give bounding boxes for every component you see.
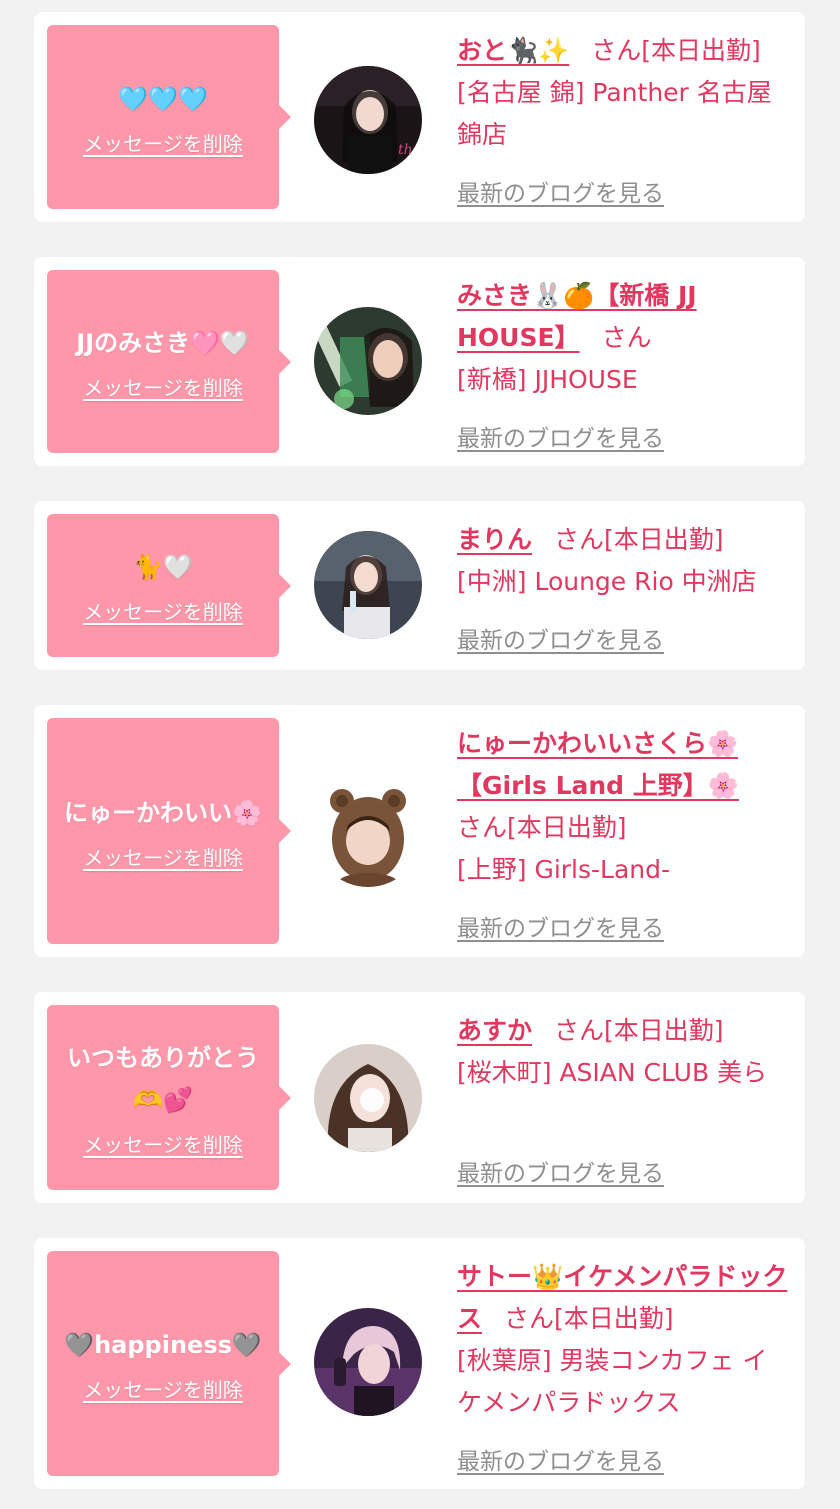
message-card: JJのみさき🩷🤍 メッセージを削除 みさき🐰🍊【新橋 JJ HOUSE】 さん [… (34, 257, 805, 466)
avatar-photo (314, 307, 422, 415)
message-text: JJのみさき🩷🤍 (76, 329, 250, 357)
honorific: さん (457, 813, 508, 842)
honorific: さん (554, 525, 605, 554)
shop-location: [中洲] Lounge Rio 中洲店 (457, 567, 757, 596)
message-text: 🩵🩵🩵 (118, 84, 208, 113)
avatar-photo (314, 1044, 422, 1152)
work-status: [本日出勤] (641, 36, 761, 65)
cast-info: あすか さん[本日出勤] [桜木町] ASIAN CLUB 美ら (457, 1010, 791, 1094)
honorific: さん (591, 36, 642, 65)
message-bubble: にゅーかわいい🌸 メッセージを削除 (47, 718, 291, 944)
latest-blog-link[interactable]: 最新のブログを見る (457, 621, 664, 655)
message-card: 🩶happiness🩶 メッセージを削除 サトー👑イケメンパラドックス さん[本日… (34, 1238, 805, 1489)
cast-info: サトー👑イケメンパラドックス さん[本日出勤] [秋葉原] 男装コンカフェ イケメ… (457, 1256, 791, 1424)
cast-info: みさき🐰🍊【新橋 JJ HOUSE】 さん [新橋] JJHOUSE (457, 275, 791, 401)
work-status: [本日出勤] (604, 1016, 724, 1045)
message-text: 🩶happiness🩶 (64, 1331, 262, 1359)
cast-info: にゅーかわいいさくら🌸【Girls Land 上野】🌸 さん[本日出勤] [上野… (457, 723, 791, 891)
message-bubble: 🩶happiness🩶 メッセージを削除 (47, 1251, 291, 1476)
latest-blog-link[interactable]: 最新のブログを見る (457, 174, 664, 208)
honorific: さん (504, 1304, 555, 1333)
message-text: 🐈🤍 (133, 553, 193, 581)
shop-location: [秋葉原] 男装コンカフェ イケメンパラドックス (457, 1346, 768, 1417)
delete-message-link[interactable]: メッセージを削除 (83, 1374, 243, 1403)
message-bubble: 🐈🤍 メッセージを削除 (47, 514, 291, 657)
shop-location: [桜木町] ASIAN CLUB 美ら (457, 1058, 768, 1087)
avatar-photo (314, 779, 422, 887)
cast-name-link[interactable]: まりん (457, 525, 532, 554)
shop-location: [上野] Girls-Land- (457, 855, 671, 884)
cast-info: おと🐈‍⬛✨ さん[本日出勤] [名古屋 錦] Panther 名古屋錦店 (457, 30, 791, 156)
message-bubble: JJのみさき🩷🤍 メッセージを削除 (47, 270, 291, 453)
delete-message-link[interactable]: メッセージを削除 (83, 372, 243, 401)
avatar-photo (314, 531, 422, 639)
message-card: にゅーかわいい🌸 メッセージを削除 にゅーかわいいさくら🌸【Girls Land… (34, 705, 805, 957)
avatar[interactable] (314, 531, 422, 639)
message-bubble: いつもありがとう🫶💕 メッセージを削除 (47, 1005, 291, 1190)
svg-text:ther: ther (398, 142, 422, 158)
cast-name-link[interactable]: みさき🐰🍊【新橋 JJ HOUSE】 (457, 281, 697, 352)
message-card: 🩵🩵🩵 メッセージを削除 ther おと🐈‍⬛✨ さん[本日出勤] [名古屋 錦]… (34, 12, 805, 222)
avatar[interactable] (314, 307, 422, 415)
shop-location: [名古屋 錦] Panther 名古屋錦店 (457, 78, 772, 149)
honorific: さん (601, 323, 652, 352)
delete-message-link[interactable]: メッセージを削除 (83, 596, 243, 625)
message-text: にゅーかわいい🌸 (64, 798, 262, 827)
delete-message-link[interactable]: メッセージを削除 (83, 842, 243, 871)
message-text: いつもありがとう🫶💕 (67, 1044, 259, 1114)
cast-name-link[interactable]: おと🐈‍⬛✨ (457, 36, 569, 65)
delete-message-link[interactable]: メッセージを削除 (83, 1129, 243, 1158)
latest-blog-link[interactable]: 最新のブログを見る (457, 419, 664, 453)
message-card: 🐈🤍 メッセージを削除 まりん さん[本日出勤] [中洲] Lounge Rio … (34, 501, 805, 670)
avatar[interactable] (314, 779, 422, 887)
avatar-photo: ther (314, 66, 422, 174)
work-status: [本日出勤] (554, 1304, 674, 1333)
delete-message-link[interactable]: メッセージを削除 (83, 128, 243, 157)
cast-info: まりん さん[本日出勤] [中洲] Lounge Rio 中洲店 (457, 519, 791, 603)
latest-blog-link[interactable]: 最新のブログを見る (457, 1442, 664, 1476)
message-bubble: 🩵🩵🩵 メッセージを削除 (47, 25, 291, 209)
cast-name-link[interactable]: にゅーかわいいさくら🌸【Girls Land 上野】🌸 (457, 729, 739, 800)
avatar[interactable] (314, 1044, 422, 1152)
work-status: [本日出勤] (507, 813, 627, 842)
work-status: [本日出勤] (604, 525, 724, 554)
cast-name-link[interactable]: あすか (457, 1016, 532, 1045)
shop-location: [新橋] JJHOUSE (457, 365, 638, 394)
avatar[interactable]: ther (314, 66, 422, 174)
latest-blog-link[interactable]: 最新のブログを見る (457, 1154, 664, 1188)
message-card: いつもありがとう🫶💕 メッセージを削除 あすか さん[本日出勤] [桜木町] AS… (34, 992, 805, 1203)
latest-blog-link[interactable]: 最新のブログを見る (457, 909, 664, 943)
avatar-photo (314, 1308, 422, 1416)
honorific: さん (554, 1016, 605, 1045)
avatar[interactable] (314, 1308, 422, 1416)
